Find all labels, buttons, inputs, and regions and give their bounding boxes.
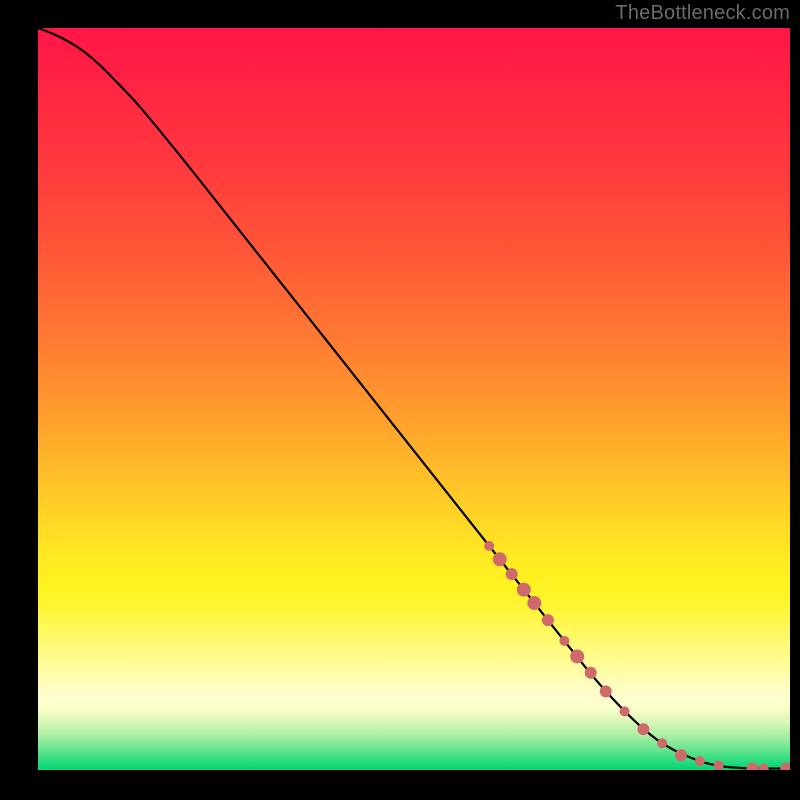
data-marker <box>517 583 531 597</box>
chart-svg <box>0 0 800 800</box>
chart-stage: TheBottleneck.com <box>0 0 800 800</box>
data-marker <box>600 685 612 697</box>
data-marker <box>637 723 649 735</box>
data-marker <box>506 568 518 580</box>
data-marker <box>620 706 630 716</box>
data-marker <box>542 614 554 626</box>
data-marker <box>559 636 569 646</box>
data-marker <box>585 667 597 679</box>
data-marker <box>493 552 507 566</box>
gradient-background <box>38 28 790 770</box>
data-marker <box>714 761 724 771</box>
attribution-text: TheBottleneck.com <box>615 2 790 25</box>
data-marker <box>657 738 667 748</box>
data-marker <box>759 764 769 774</box>
data-marker <box>570 649 584 663</box>
data-marker <box>780 763 792 775</box>
data-marker <box>746 763 758 775</box>
data-marker <box>695 756 705 766</box>
data-marker <box>527 596 541 610</box>
data-marker <box>484 541 494 551</box>
data-marker <box>675 749 687 761</box>
